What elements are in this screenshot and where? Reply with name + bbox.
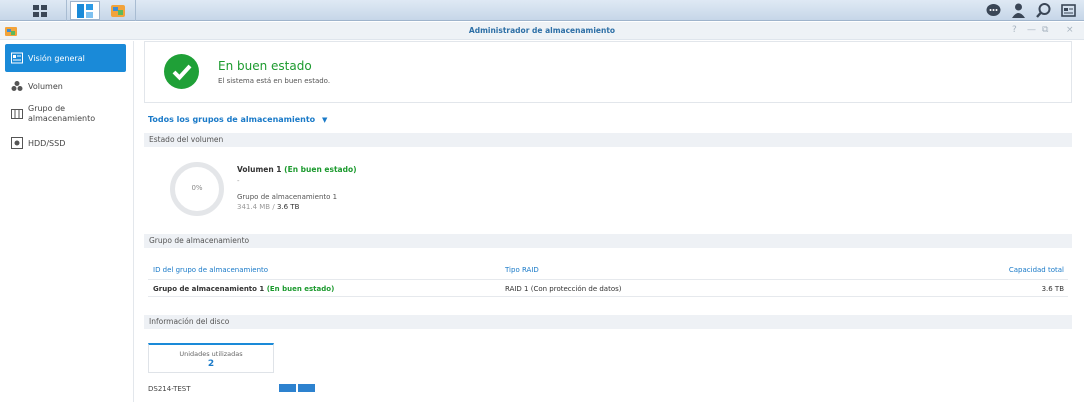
widgets-icon: [1061, 4, 1076, 17]
control-panel-app-icon: [111, 4, 125, 17]
search-button[interactable]: [1035, 2, 1052, 19]
disk-icon: [11, 137, 23, 149]
pool-raid-type: RAID 1 (Con protección de datos): [505, 285, 622, 293]
chat-bubble-icon: [986, 4, 1001, 16]
volume-icon: [11, 81, 23, 91]
drives-used-count: 2: [207, 359, 215, 369]
user-icon: [1012, 3, 1025, 18]
taskbar-app-control-panel[interactable]: [104, 1, 132, 20]
sidebar-item-label: Visión general: [28, 53, 85, 63]
sidebar-item-overview[interactable]: Visión general: [5, 44, 126, 72]
sidebar-item-label: Grupo de almacenamiento: [28, 104, 96, 123]
volume-used: 341.4 MB: [237, 203, 271, 211]
chevron-down-icon: ▼: [321, 116, 328, 124]
disk-info-header: Información del disco: [144, 315, 1072, 329]
search-icon: [1036, 3, 1051, 18]
sidebar-item-label: Volumen: [28, 81, 63, 91]
table-row[interactable]: Grupo de almacenamiento 1 (En buen estad…: [153, 285, 334, 293]
volume-usage-separator: /: [272, 203, 275, 211]
status-title: En buen estado: [218, 59, 312, 73]
taskbar-separator: [135, 0, 136, 21]
restore-button[interactable]: ⧉: [1042, 25, 1048, 35]
volume-usage-percent: 0%: [191, 184, 203, 192]
storage-manager-app-icon: [77, 3, 93, 18]
sidebar-item-hdd-ssd[interactable]: HDD/SSD: [5, 134, 126, 152]
user-menu-button[interactable]: [1010, 2, 1027, 19]
volume-name[interactable]: Volumen 1 (En buen estado): [237, 165, 357, 174]
storage-pool-icon: [11, 109, 23, 119]
volume-usage: 341.4 MB / 3.6 TB: [237, 203, 299, 211]
taskbar-app-storage-manager[interactable]: [70, 1, 100, 20]
main-menu-button[interactable]: [22, 1, 58, 20]
storage-pool-filter-dropdown[interactable]: Todos los grupos de almacenamiento ▼: [148, 115, 327, 124]
minimize-button[interactable]: —: [1027, 25, 1036, 35]
window-titlebar[interactable]: Administrador de almacenamiento ? — ⧉ ×: [0, 22, 1084, 40]
sidebar-item-storage-pool[interactable]: Grupo de almacenamiento: [5, 101, 126, 127]
sidebar: Visión general Volumen Grupo de almacena…: [0, 41, 134, 402]
sidebar-item-volume[interactable]: Volumen: [5, 77, 126, 95]
widgets-button[interactable]: [1060, 2, 1077, 19]
host-name: DS214-TEST: [148, 385, 191, 393]
status-subtitle: El sistema está en buen estado.: [218, 77, 331, 85]
help-button[interactable]: ?: [1012, 25, 1017, 35]
sidebar-item-label: HDD/SSD: [28, 138, 66, 148]
window-title: Administrador de almacenamiento: [468, 26, 616, 35]
volume-total: 3.6 TB: [276, 203, 300, 211]
pool-state: (En buen estado): [266, 285, 335, 293]
notifications-button[interactable]: [985, 2, 1002, 19]
taskbar: [0, 0, 1084, 21]
column-header-pool-id[interactable]: ID del grupo de almacenamiento: [153, 266, 268, 274]
pool-name: Grupo de almacenamiento 1: [153, 285, 265, 293]
volume-description: -: [237, 177, 240, 185]
table-divider: [148, 296, 1068, 297]
overview-icon: [11, 52, 23, 64]
column-header-raid-type[interactable]: Tipo RAID: [505, 266, 539, 274]
storage-pool-filter-label: Todos los grupos de almacenamiento: [148, 115, 316, 124]
healthy-check-icon: [164, 54, 199, 89]
volume-state: (En buen estado): [284, 165, 357, 174]
pool-capacity: 3.6 TB: [1041, 285, 1064, 293]
volume-name-text: Volumen 1: [237, 165, 282, 174]
grid-icon: [33, 4, 47, 17]
drives-used-card: Unidades utilizadas 2: [148, 343, 274, 373]
close-button[interactable]: ×: [1066, 25, 1074, 35]
table-divider: [148, 279, 1068, 280]
drives-used-label: Unidades utilizadas: [179, 350, 243, 358]
volume-pool: Grupo de almacenamiento 1: [237, 193, 338, 201]
system-status-panel: En buen estado El sistema está en buen e…: [144, 41, 1072, 103]
taskbar-separator: [66, 0, 67, 21]
disk-slot-1[interactable]: [279, 384, 296, 392]
disk-slot-2[interactable]: [298, 384, 315, 392]
volume-status-header: Estado del volumen: [144, 133, 1072, 147]
storage-pool-header: Grupo de almacenamiento: [144, 234, 1072, 248]
column-header-total-capacity[interactable]: Capacidad total: [1009, 266, 1064, 274]
